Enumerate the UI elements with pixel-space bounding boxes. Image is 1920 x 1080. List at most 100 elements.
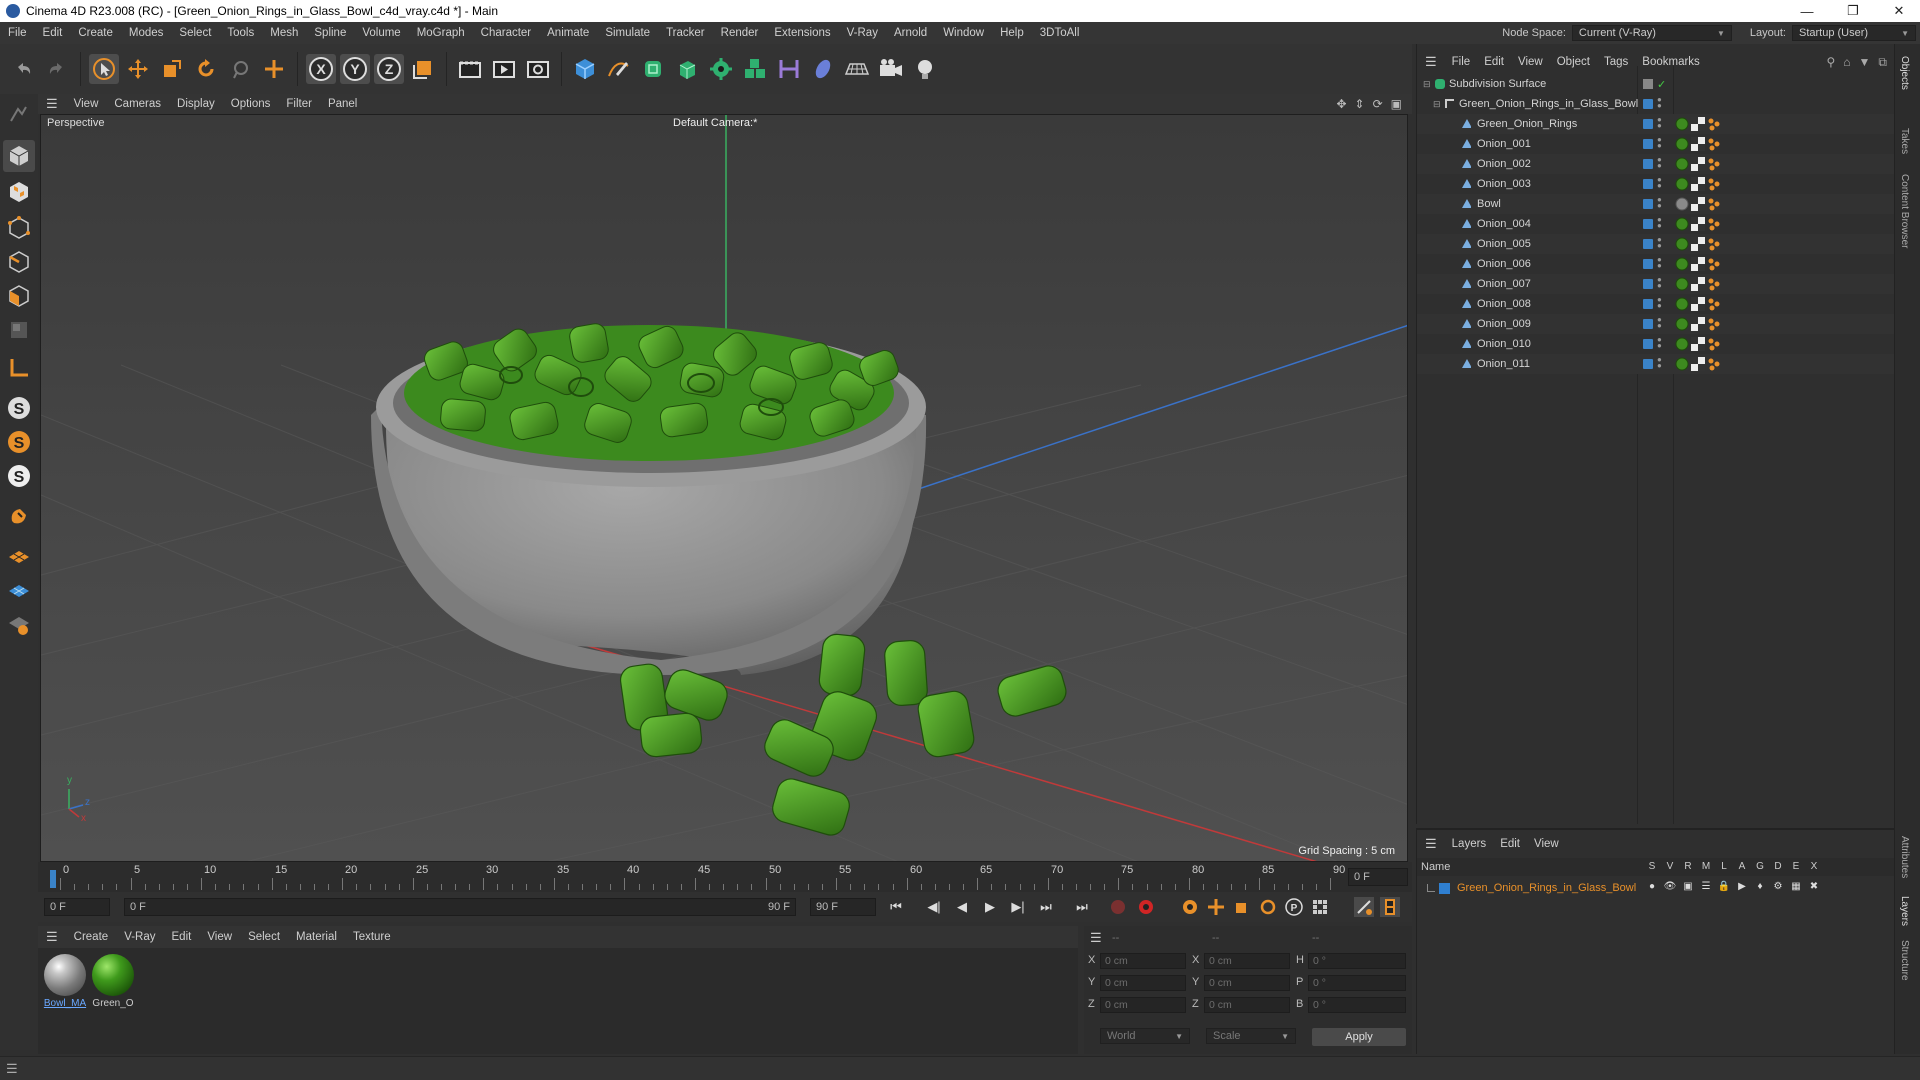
material-menu-vray[interactable]: V-Ray <box>116 931 163 943</box>
menu-edit[interactable]: Edit <box>35 27 71 39</box>
cube-object-button[interactable] <box>570 54 600 84</box>
hamburger-icon[interactable]: ☰ <box>1090 930 1102 946</box>
size-z-field[interactable]: 0 cm <box>1204 997 1290 1013</box>
menu-tracker[interactable]: Tracker <box>658 27 713 39</box>
play-button[interactable]: ▶ <box>980 897 1000 917</box>
animation-icon[interactable]: ▶ <box>1733 881 1751 892</box>
layers-menu-layers[interactable]: Layers <box>1445 838 1494 850</box>
layer-swatch[interactable] <box>1643 219 1653 229</box>
collapse-icon[interactable]: ⊟ <box>1433 99 1441 110</box>
tab-structure[interactable]: Structure <box>1899 940 1910 981</box>
phong-tag-icon[interactable] <box>1707 237 1721 251</box>
model-mode-button[interactable] <box>3 140 35 172</box>
menu-select[interactable]: Select <box>171 27 219 39</box>
viewport-menu-panel[interactable]: Panel <box>320 98 365 110</box>
layer-swatch[interactable] <box>1643 99 1653 109</box>
eye-icon[interactable]: 👁 <box>1661 881 1679 892</box>
layer-swatch[interactable] <box>1643 239 1653 249</box>
vray-material-tag-icon[interactable] <box>1675 217 1689 231</box>
collapse-icon[interactable]: ⊟ <box>1423 79 1431 90</box>
previous-frame-button[interactable]: ◀ <box>952 897 972 917</box>
layer-swatch[interactable] <box>1643 79 1653 89</box>
menu-mesh[interactable]: Mesh <box>262 27 306 39</box>
material-menu-material[interactable]: Material <box>288 931 345 943</box>
phong-tag-icon[interactable] <box>1707 357 1721 371</box>
layer-swatch[interactable] <box>1643 259 1653 269</box>
material-swatch[interactable]: Bowl_MA <box>42 954 88 1009</box>
visibility-dots-icon[interactable]: ● ● <box>1657 176 1662 190</box>
live-selection-button[interactable] <box>225 54 255 84</box>
uv-mode-button[interactable] <box>3 314 35 346</box>
z-axis-lock-button[interactable]: Z <box>374 54 404 84</box>
key-rotation-button[interactable] <box>1258 897 1278 917</box>
menu-animate[interactable]: Animate <box>539 27 597 39</box>
object-row[interactable]: Onion_001 ● ● <box>1417 134 1895 154</box>
render-view-button[interactable] <box>489 54 519 84</box>
goto-previous-key-button[interactable]: ◀| <box>924 897 944 917</box>
layer-swatch[interactable] <box>1643 179 1653 189</box>
layer-column-header[interactable]: S <box>1643 861 1661 875</box>
object-row[interactable]: Onion_003 ● ● <box>1417 174 1895 194</box>
extrude-button[interactable] <box>672 54 702 84</box>
phong-tag-icon[interactable] <box>1707 257 1721 271</box>
next-frame-button[interactable]: ▶| <box>1008 897 1028 917</box>
object-row[interactable]: Onion_004 ● ● <box>1417 214 1895 234</box>
render-region-button[interactable] <box>455 54 485 84</box>
texture-tag-icon[interactable] <box>1691 117 1705 131</box>
vray-material-tag-icon[interactable] <box>1675 117 1689 131</box>
3d-viewport[interactable]: Perspective Default Camera:* Grid Spacin… <box>40 114 1408 862</box>
menu-vray[interactable]: V-Ray <box>839 27 886 39</box>
phong-tag-icon[interactable] <box>1707 137 1721 151</box>
menu-mograph[interactable]: MoGraph <box>409 27 473 39</box>
vray-material-tag-icon[interactable] <box>1675 337 1689 351</box>
visibility-dots-icon[interactable]: ● ● <box>1657 336 1662 350</box>
object-menu-view[interactable]: View <box>1511 56 1550 68</box>
texture-tag-icon[interactable] <box>1691 317 1705 331</box>
layer-column-header[interactable]: A <box>1733 861 1751 875</box>
object-row[interactable]: Bowl ● ● <box>1417 194 1895 214</box>
visibility-dots-icon[interactable]: ● ● <box>1657 216 1662 230</box>
key-scale-button[interactable] <box>1232 897 1252 917</box>
vray-material-tag-icon[interactable] <box>1675 317 1689 331</box>
visibility-dots-icon[interactable]: ● ● <box>1657 296 1662 310</box>
key-parameter-button[interactable]: P <box>1284 897 1304 917</box>
maximize-view-icon[interactable]: ▣ <box>1391 97 1402 111</box>
object-row[interactable]: Onion_010 ● ● <box>1417 334 1895 354</box>
material-menu-view[interactable]: View <box>199 931 240 943</box>
light-button[interactable] <box>910 54 940 84</box>
material-swatch[interactable]: Green_O <box>90 954 136 1009</box>
phong-tag-icon[interactable] <box>1707 117 1721 131</box>
viewport-menu-cameras[interactable]: Cameras <box>106 98 169 110</box>
make-editable-button[interactable] <box>3 98 35 130</box>
axis-mode-button[interactable] <box>3 352 35 384</box>
menu-volume[interactable]: Volume <box>354 27 408 39</box>
layer-column-header[interactable]: G <box>1751 861 1769 875</box>
vray-material-tag-icon[interactable] <box>1675 177 1689 191</box>
tab-layers[interactable]: Layers <box>1899 896 1910 926</box>
menu-window[interactable]: Window <box>935 27 992 39</box>
layer-swatch[interactable] <box>1643 319 1653 329</box>
material-menu-create[interactable]: Create <box>66 931 117 943</box>
layer-column-header[interactable]: M <box>1697 861 1715 875</box>
visibility-dots-icon[interactable]: ● ● <box>1657 276 1662 290</box>
texture-tag-icon[interactable] <box>1691 197 1705 211</box>
menu-character[interactable]: Character <box>473 27 540 39</box>
viewport-menu-filter[interactable]: Filter <box>278 98 320 110</box>
vray-material-tag-icon[interactable] <box>1675 257 1689 271</box>
tab-takes[interactable]: Takes <box>1899 128 1910 154</box>
texture-tag-icon[interactable] <box>1691 237 1705 251</box>
goto-end-button[interactable]: ⏭ <box>1072 897 1092 917</box>
camera-button[interactable] <box>876 54 906 84</box>
viewport-menu-options[interactable]: Options <box>223 98 279 110</box>
layers-menu-view[interactable]: View <box>1527 838 1566 850</box>
active-camera-label[interactable]: Default Camera:* <box>673 117 757 129</box>
filter-icon[interactable]: ▼ <box>1859 55 1871 70</box>
undo-button[interactable] <box>8 54 38 84</box>
viewport-menu-display[interactable]: Display <box>169 98 223 110</box>
deformer-button[interactable] <box>740 54 770 84</box>
texture-tag-icon[interactable] <box>1691 297 1705 311</box>
layer-column-header[interactable]: X <box>1805 861 1823 875</box>
move-tool-button[interactable] <box>123 54 153 84</box>
select-tool-button[interactable] <box>89 54 119 84</box>
object-menu-object[interactable]: Object <box>1550 56 1597 68</box>
